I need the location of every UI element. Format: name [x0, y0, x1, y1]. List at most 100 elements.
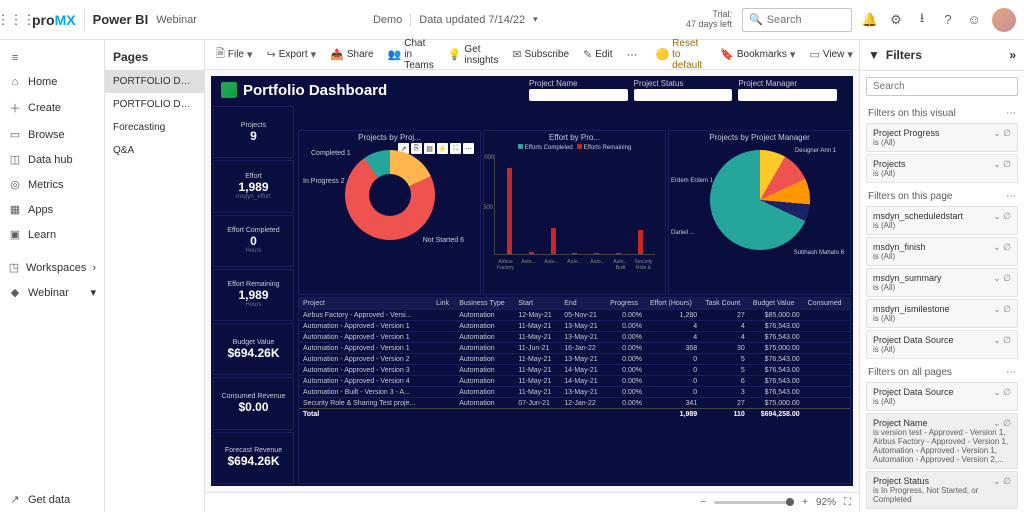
kpi-forecast[interactable]: Forecast Revenue$694.26K [213, 432, 294, 484]
chart-bars[interactable]: Effort by Pro... Efforts CompletedEffort… [483, 130, 666, 295]
filter-card[interactable]: msdyn_summaryis (All)⌄ ∅ [866, 268, 1018, 297]
workspace-name[interactable]: Webinar [156, 14, 197, 26]
logo: proMX [32, 12, 76, 28]
status-bar: − + 92% ⛶ [205, 492, 859, 512]
reset-button[interactable]: 🟡Reset to default [650, 35, 707, 74]
report-name[interactable]: Demo [373, 14, 402, 26]
pages-panel: Pages PORTFOLIO DASHBOARD... PORTFOLIO D… [105, 40, 205, 512]
nav-workspaces[interactable]: ◳Workspaces› [0, 255, 104, 280]
table-row[interactable]: Airbus Factory - Approved - Versi...Auto… [299, 310, 850, 321]
nav-getdata[interactable]: ↗Get data [0, 487, 104, 512]
slicer-project-manager[interactable]: Project Manager [738, 79, 837, 101]
bookmark-icon: 🔖 [720, 48, 734, 61]
search-input[interactable] [767, 14, 845, 26]
share-button[interactable]: 📤Share [325, 45, 378, 64]
search-icon: 🔍 [749, 13, 763, 26]
nav-menu-toggle[interactable]: ≡ [0, 46, 104, 70]
collapse-icon[interactable]: » [1009, 48, 1016, 62]
table-row[interactable]: Automation - Approved - Version 1Automat… [299, 343, 850, 354]
page-item[interactable]: PORTFOLIO DASHBOARD... [105, 70, 204, 93]
kpi-effort-remaining[interactable]: Effort Remaining1,989Hours [213, 269, 294, 321]
filter-card[interactable]: msdyn_finishis (All)⌄ ∅ [866, 237, 1018, 266]
fit-page-icon[interactable]: ⛶ [844, 497, 851, 508]
export-button[interactable]: ↪Export▾ [262, 45, 322, 64]
waffle-icon[interactable]: ⋮⋮⋮ [8, 12, 24, 28]
left-nav: ≡ ⌂Home ＋Create ▭Browse ◫Data hub ◎Metri… [0, 40, 105, 512]
file-menu[interactable]: 🗎File▾ [211, 42, 258, 67]
feedback-icon[interactable]: ☺ [966, 12, 982, 28]
insights-button[interactable]: 💡Get insights [443, 41, 504, 69]
slicer-project-status[interactable]: Project Status [634, 79, 733, 101]
global-search[interactable]: 🔍 [742, 8, 852, 32]
filter-card[interactable]: Project Nameis version test - Approved -… [866, 413, 1018, 469]
nav-metrics[interactable]: ◎Metrics [0, 172, 104, 197]
bookmarks-button[interactable]: 🔖Bookmarks▾ [715, 45, 800, 64]
filter-card[interactable]: Projectsis (All)⌄ ∅ [866, 154, 1018, 183]
workspaces-icon: ◳ [8, 261, 20, 274]
report-canvas: Portfolio Dashboard Project Name Project… [205, 70, 859, 492]
table-row[interactable]: Security Role & Sharing Test proje...Aut… [299, 398, 850, 409]
data-updated[interactable]: Data updated 7/14/22 [419, 14, 525, 26]
pages-title: Pages [105, 40, 204, 70]
trial-status: Trial:47 days left [686, 10, 732, 30]
workspace-icon: ◆ [8, 286, 22, 299]
filter-card[interactable]: msdyn_ismilestoneis (All)⌄ ∅ [866, 299, 1018, 328]
datahub-icon: ◫ [8, 153, 22, 166]
page-item[interactable]: PORTFOLIO DASHBOARD... [105, 93, 204, 116]
nav-webinar[interactable]: ◆Webinar▾ [0, 280, 104, 305]
nav-datahub[interactable]: ◫Data hub [0, 147, 104, 172]
table-row[interactable]: Automation - Approved - Version 1Automat… [299, 332, 850, 343]
kpi-consumed[interactable]: Consumed Revenue$0.00 [213, 377, 294, 429]
nav-home[interactable]: ⌂Home [0, 70, 104, 94]
avatar[interactable] [992, 8, 1016, 32]
chevron-down-icon[interactable]: ▾ [533, 14, 538, 25]
zoom-level: 92% [816, 497, 836, 508]
zoom-out-icon[interactable]: − [700, 497, 706, 508]
file-icon: 🗎 [216, 45, 225, 64]
subscribe-button[interactable]: ✉Subscribe [507, 45, 574, 64]
dashboard-title: Portfolio Dashboard [221, 82, 387, 99]
nav-apps[interactable]: ▦Apps [0, 197, 104, 222]
kpi-projects[interactable]: Projects9 [213, 106, 294, 158]
chat-teams-button[interactable]: 👥Chat in Teams [383, 35, 439, 74]
nav-create[interactable]: ＋Create [0, 94, 104, 122]
table-row[interactable]: Automation - Approved - Version 3Automat… [299, 365, 850, 376]
page-item[interactable]: Q&A [105, 139, 204, 162]
table-row[interactable]: Automation - Approved - Version 4Automat… [299, 376, 850, 387]
more-button[interactable]: ⋯ [621, 45, 642, 64]
chevron-down-icon: ▾ [90, 286, 96, 299]
chart-donut[interactable]: ↗⎘▤⚡⛶⋯ Projects by Proj... Completed 1 I… [298, 130, 481, 295]
table-row[interactable]: Automation - Approved - Version 1Automat… [299, 321, 850, 332]
chart-pie[interactable]: Projects by Project Manager Designer Ann… [668, 130, 851, 295]
settings-icon[interactable]: ⚙ [888, 12, 904, 28]
kpi-effort[interactable]: Effort1,989msdyn_effort [213, 160, 294, 212]
edit-button[interactable]: ✎Edit [578, 45, 617, 64]
project-table[interactable]: ProjectLinkBusiness TypeStartEndProgress… [298, 297, 851, 484]
filter-card[interactable]: msdyn_scheduledstartis (All)⌄ ∅ [866, 206, 1018, 235]
kpi-effort-completed[interactable]: Effort Completed0Hours [213, 215, 294, 267]
teams-icon: 👥 [388, 48, 402, 61]
filter-card[interactable]: Project Progressis (All)⌄ ∅ [866, 123, 1018, 152]
zoom-in-icon[interactable]: + [802, 497, 808, 508]
page-item[interactable]: Forecasting [105, 116, 204, 139]
view-button[interactable]: ▭View▾ [804, 45, 857, 64]
kpi-budget[interactable]: Budget Value$694.26K [213, 323, 294, 375]
table-row[interactable]: Automation - Built - Version 3 - A...Aut… [299, 387, 850, 398]
slicer-project-name[interactable]: Project Name [529, 79, 628, 101]
nav-learn[interactable]: ▣Learn [0, 222, 104, 247]
help-icon[interactable]: ? [940, 12, 956, 28]
hamburger-icon: ≡ [8, 52, 22, 64]
download-icon[interactable]: ⭳ [914, 12, 930, 28]
view-icon: ▭ [809, 48, 819, 61]
filter-card[interactable]: Project Data Sourceis (All)⌄ ∅ [866, 382, 1018, 411]
nav-browse[interactable]: ▭Browse [0, 122, 104, 147]
dashboard: Portfolio Dashboard Project Name Project… [211, 76, 853, 486]
notifications-icon[interactable]: 🔔 [862, 12, 878, 28]
filter-card[interactable]: Project Statusis In Progress, Not Starte… [866, 471, 1018, 509]
filter-card[interactable]: Project Data Sourceis (All)⌄ ∅ [866, 330, 1018, 359]
filter-search-input[interactable] [866, 77, 1018, 96]
zoom-slider[interactable] [714, 501, 794, 504]
report-toolbar: 🗎File▾ ↪Export▾ 📤Share 👥Chat in Teams 💡G… [205, 40, 859, 70]
metrics-icon: ◎ [8, 178, 22, 191]
table-row[interactable]: Automation - Approved - Version 2Automat… [299, 354, 850, 365]
